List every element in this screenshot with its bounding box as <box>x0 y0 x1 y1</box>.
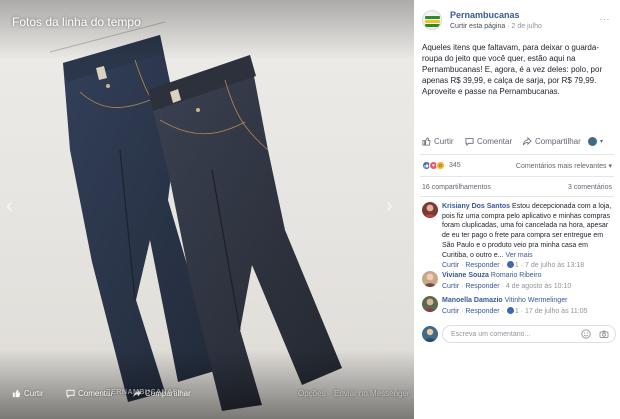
avatar[interactable] <box>422 271 438 287</box>
page-avatar[interactable] <box>422 10 442 30</box>
comment-input[interactable] <box>443 326 573 342</box>
reaction-summary[interactable]: ♥ o 345 <box>422 161 461 170</box>
top-shade <box>0 0 414 60</box>
post-options-button[interactable]: ··· <box>600 14 611 24</box>
mentioned-user[interactable]: Romario Ribeiro <box>491 272 542 279</box>
comments-count-link[interactable]: 3 comentários <box>568 184 612 191</box>
wow-reaction-icon: o <box>436 161 445 170</box>
logo-stripe <box>425 16 440 19</box>
comment-bubble-icon <box>465 137 474 146</box>
previous-photo-button[interactable]: ‹ <box>6 196 13 216</box>
comment-body: Viviane Souza Romario Ribeiro Curtir · R… <box>442 271 614 291</box>
viewer-action-bar: Curtir Comentar Compartilhar PERNAMBUCAN… <box>0 389 414 403</box>
viewer-title: Fotos da linha do tempo <box>12 15 141 29</box>
thumbs-up-icon <box>422 137 431 146</box>
watermark-text: PERNAMBUCANAS <box>106 389 178 396</box>
comment-field-wrapper <box>442 325 616 343</box>
reaction-count: 345 <box>449 162 461 169</box>
comment-text: Estou decepcionada com a loja, pois fiz … <box>442 203 612 259</box>
thumbs-up-icon <box>12 389 21 398</box>
post-as-selector[interactable]: ▾ <box>588 137 603 146</box>
comment-like-link[interactable]: Curtir <box>442 283 459 290</box>
comment-label: Comentar <box>477 137 513 146</box>
viewer-like-button[interactable]: Curtir <box>12 389 44 398</box>
comment-reaction-count: 1 <box>514 307 519 315</box>
camera-icon[interactable] <box>599 329 609 339</box>
comment-bubble-icon <box>66 389 75 398</box>
comment-item: Manoella Damazio Vitinho Wermelinger Cur… <box>422 296 616 318</box>
comment-button[interactable]: Comentar <box>465 137 512 146</box>
share-label: Compartilhar <box>535 137 581 146</box>
see-more-link[interactable]: Ver mais <box>505 252 532 259</box>
next-photo-button[interactable]: › <box>386 196 393 216</box>
photo-viewer: Fotos da linha do tempo ‹ › Curtir Comen… <box>0 0 414 419</box>
comment-date[interactable]: 7 de julho às 13:18 <box>525 262 584 269</box>
like-page-link[interactable]: Curtir esta página <box>450 23 505 30</box>
page-name-link[interactable]: Pernambucanas <box>450 10 520 20</box>
like-button[interactable]: Curtir <box>422 137 454 146</box>
comment-like-link[interactable]: Curtir <box>442 308 459 315</box>
comment-actions: Curtir · Responder · 1 · 17 de julho às … <box>442 306 588 315</box>
comment-item: Viviane Souza Romario Ribeiro Curtir · R… <box>422 271 616 293</box>
viewer-options-button[interactable]: Opções <box>298 389 326 398</box>
comment-date[interactable]: 4 de agosto às 10:10 <box>506 283 571 290</box>
bottom-shade <box>0 349 414 419</box>
comment-body: Manoella Damazio Vitinho Wermelinger Cur… <box>442 296 614 316</box>
comment-sort-dropdown[interactable]: Comentários mais relevantes ▾ <box>516 162 612 170</box>
comment-author[interactable]: Manoella Damazio <box>442 297 503 304</box>
comment-body: Krisiany Dos Santos Estou decepcionada c… <box>442 202 614 271</box>
like-label: Curtir <box>434 137 454 146</box>
like-reaction-icon <box>506 306 514 314</box>
comment-actions: Curtir · Responder · 1 · 7 de julho às 1… <box>442 261 585 270</box>
divider <box>420 196 614 197</box>
mentioned-user[interactable]: Vitinho Wermelinger <box>505 297 568 304</box>
divider <box>420 176 614 177</box>
comment-author[interactable]: Viviane Souza <box>442 272 489 279</box>
avatar[interactable] <box>422 296 438 312</box>
share-button[interactable]: Compartilhar <box>522 137 581 146</box>
emoji-icon[interactable] <box>581 329 591 339</box>
viewer-like-label: Curtir <box>24 389 44 398</box>
logo-stripe <box>425 20 440 23</box>
share-arrow-icon <box>522 137 532 146</box>
comment-composer <box>422 325 616 343</box>
chevron-down-icon: ▾ <box>600 139 604 145</box>
logo-stripe <box>425 24 440 27</box>
post-action-row: Curtir Comentar Compartilhar ▾ <box>414 137 620 150</box>
post-panel: Pernambucanas Curtir esta página · 2 de … <box>414 0 620 419</box>
comment-reply-link[interactable]: Responder <box>465 308 499 315</box>
profile-avatar-icon <box>588 137 597 146</box>
comment-reaction-count: 1 <box>514 262 519 270</box>
comment-author[interactable]: Krisiany Dos Santos <box>442 203 510 210</box>
meta-separator: · <box>507 23 510 30</box>
shares-count-link[interactable]: 16 compartilhamentos <box>422 184 491 191</box>
comment-item: Krisiany Dos Santos Estou decepcionada c… <box>422 202 616 271</box>
post-date[interactable]: 2 de julho <box>512 23 542 30</box>
post-text: Aqueles itens que faltavam, para deixar … <box>422 43 603 96</box>
like-reaction-icon <box>506 261 514 269</box>
avatar[interactable] <box>422 202 438 218</box>
send-in-messenger-button[interactable]: Enviar no Messenger <box>334 389 410 398</box>
comment-date[interactable]: 17 de julho às 11:05 <box>525 308 588 315</box>
comment-reply-link[interactable]: Responder <box>465 283 499 290</box>
comment-reply-link[interactable]: Responder <box>465 262 499 269</box>
comment-like-link[interactable]: Curtir <box>442 262 459 269</box>
avatar <box>422 326 438 342</box>
comment-actions: Curtir · Responder · 4 de agosto às 10:1… <box>442 282 572 290</box>
divider <box>420 154 614 155</box>
post-meta: Curtir esta página · 2 de julho <box>450 23 542 30</box>
